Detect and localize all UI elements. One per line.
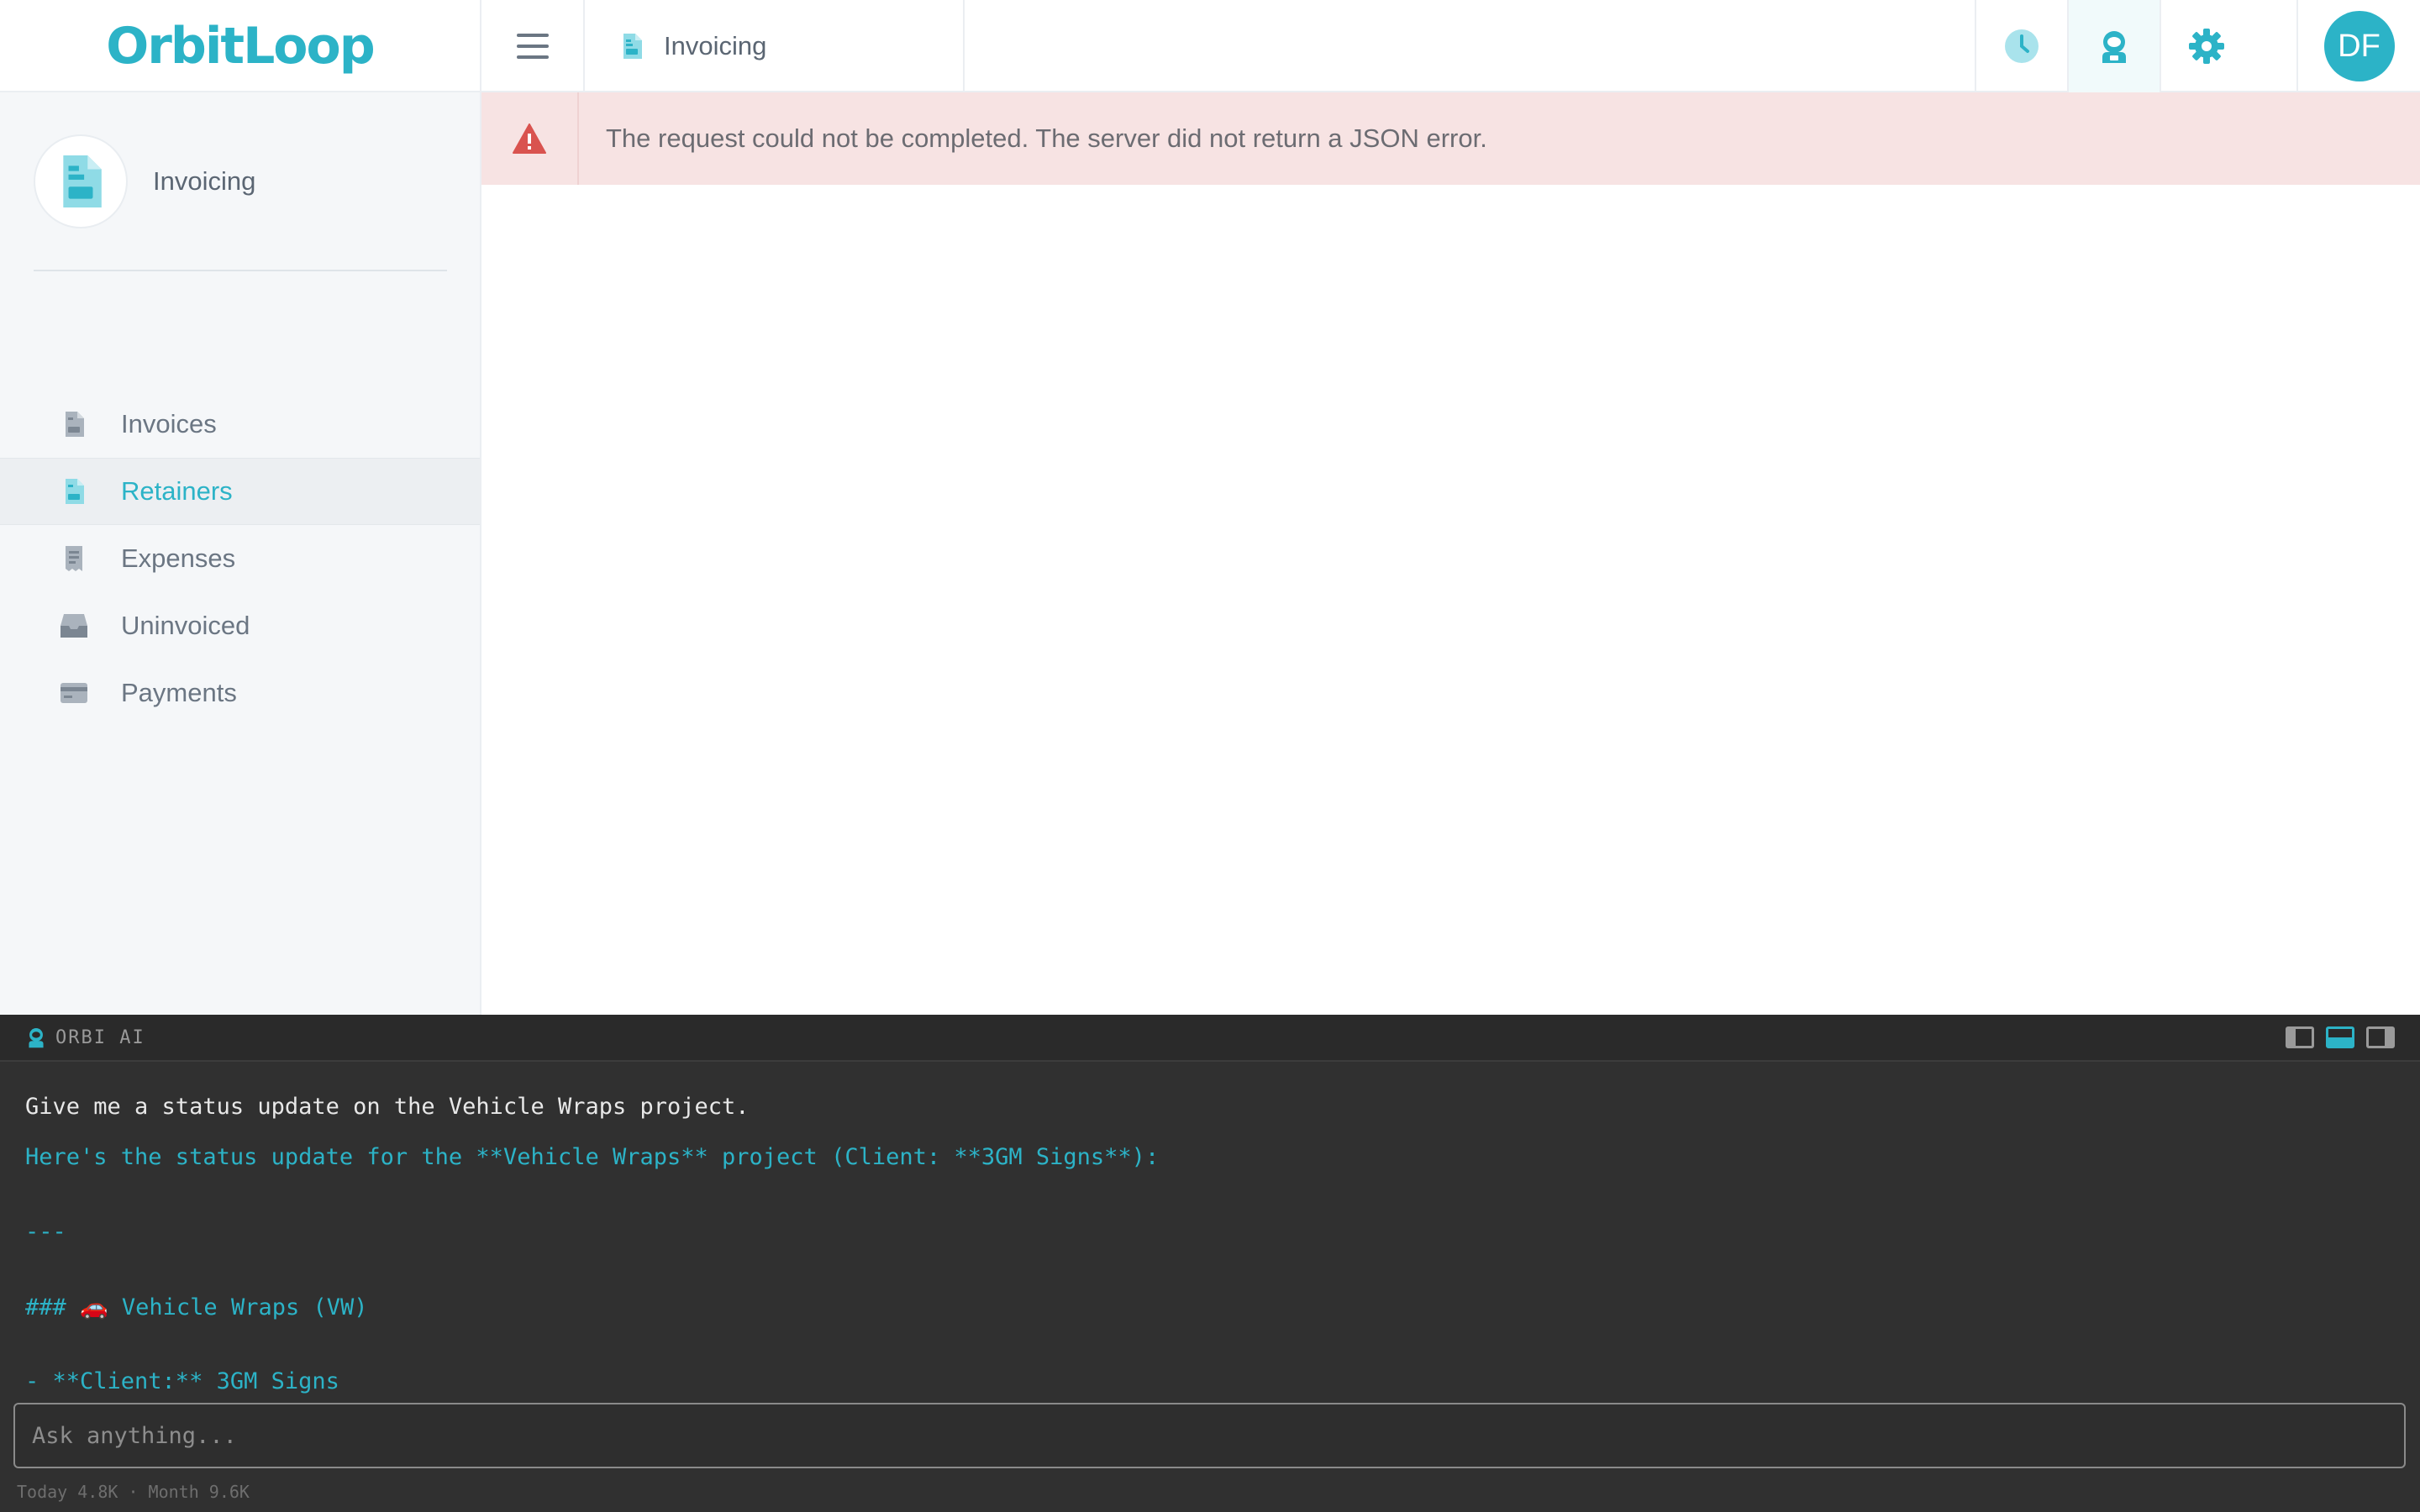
module-header: Invoicing [34, 134, 255, 228]
sidebar-divider [34, 270, 447, 271]
sidebar-nav: Invoices Retainers Expenses Uninvoiced P… [0, 391, 480, 727]
ai-panel-header: ORBI AI [0, 1015, 2420, 1062]
hamburger-icon [516, 34, 549, 59]
ai-conversation: Give me a status update on the Vehicle W… [25, 1094, 2395, 1419]
dock-bottom-button[interactable] [2326, 1026, 2354, 1048]
settings-button[interactable] [2160, 0, 2252, 92]
ai-assistant-button[interactable] [2067, 0, 2160, 92]
sidebar-item-label: Uninvoiced [121, 611, 250, 640]
inbox-icon [60, 614, 87, 638]
warning-icon [513, 123, 546, 154]
sidebar-item-retainers[interactable]: Retainers [0, 458, 480, 525]
ai-prompt-input[interactable] [13, 1403, 2406, 1468]
sidebar-item-invoices[interactable]: Invoices [0, 391, 480, 458]
ai-panel-title: ORBI AI [55, 1026, 145, 1048]
usage-stats: Today 4.8K · Month 9.6K [17, 1482, 250, 1502]
breadcrumb[interactable]: Invoicing [585, 0, 965, 92]
app-logo[interactable]: OrbitLoop [106, 17, 375, 76]
astronaut-icon [2102, 31, 2126, 63]
receipt-icon [60, 546, 87, 571]
dock-right-button[interactable] [2366, 1026, 2395, 1048]
sidebar-item-label: Invoices [121, 409, 217, 438]
timer-button[interactable] [1975, 0, 2067, 92]
alert-icon-cell [481, 92, 579, 185]
ai-response-line: --- [25, 1219, 66, 1245]
sidebar: Invoicing Invoices Retainers Expenses Un… [0, 92, 481, 1015]
sidebar-item-expenses[interactable]: Expenses [0, 525, 480, 592]
clock-icon [2005, 29, 2039, 63]
logo-cell[interactable]: OrbitLoop [0, 0, 481, 92]
dock-left-button[interactable] [2286, 1026, 2314, 1048]
module-icon [34, 134, 128, 228]
sidebar-item-label: Expenses [121, 543, 236, 573]
credit-card-icon [60, 683, 87, 703]
astronaut-icon [29, 1028, 44, 1048]
avatar[interactable]: DF [2323, 11, 2395, 81]
sidebar-item-payments[interactable]: Payments [0, 659, 480, 727]
invoice-icon [60, 412, 87, 437]
alert-message: The request could not be completed. The … [606, 123, 1487, 153]
gear-icon [2189, 29, 2224, 64]
ai-panel: ORBI AI Give me a status update on the V… [0, 1015, 2420, 1512]
module-title: Invoicing [153, 166, 256, 196]
breadcrumb-label: Invoicing [664, 31, 767, 60]
error-alert: The request could not be completed. The … [481, 92, 2420, 185]
top-bar: OrbitLoop Invoicing DF [0, 0, 2420, 92]
user-menu[interactable]: DF [2296, 0, 2420, 92]
ai-response-line: Here's the status update for the **Vehic… [25, 1144, 1160, 1170]
panel-layout-buttons [2286, 1026, 2395, 1048]
user-message: Give me a status update on the Vehicle W… [25, 1094, 750, 1120]
invoice-icon [623, 34, 642, 59]
sidebar-item-uninvoiced[interactable]: Uninvoiced [0, 592, 480, 659]
invoice-icon [63, 155, 102, 207]
ai-response-line: ### 🚗 Vehicle Wraps (VW) [25, 1294, 368, 1320]
sidebar-item-label: Retainers [121, 476, 233, 506]
retainer-icon [60, 479, 87, 504]
menu-toggle-button[interactable] [481, 0, 585, 92]
sidebar-item-label: Payments [121, 678, 237, 707]
